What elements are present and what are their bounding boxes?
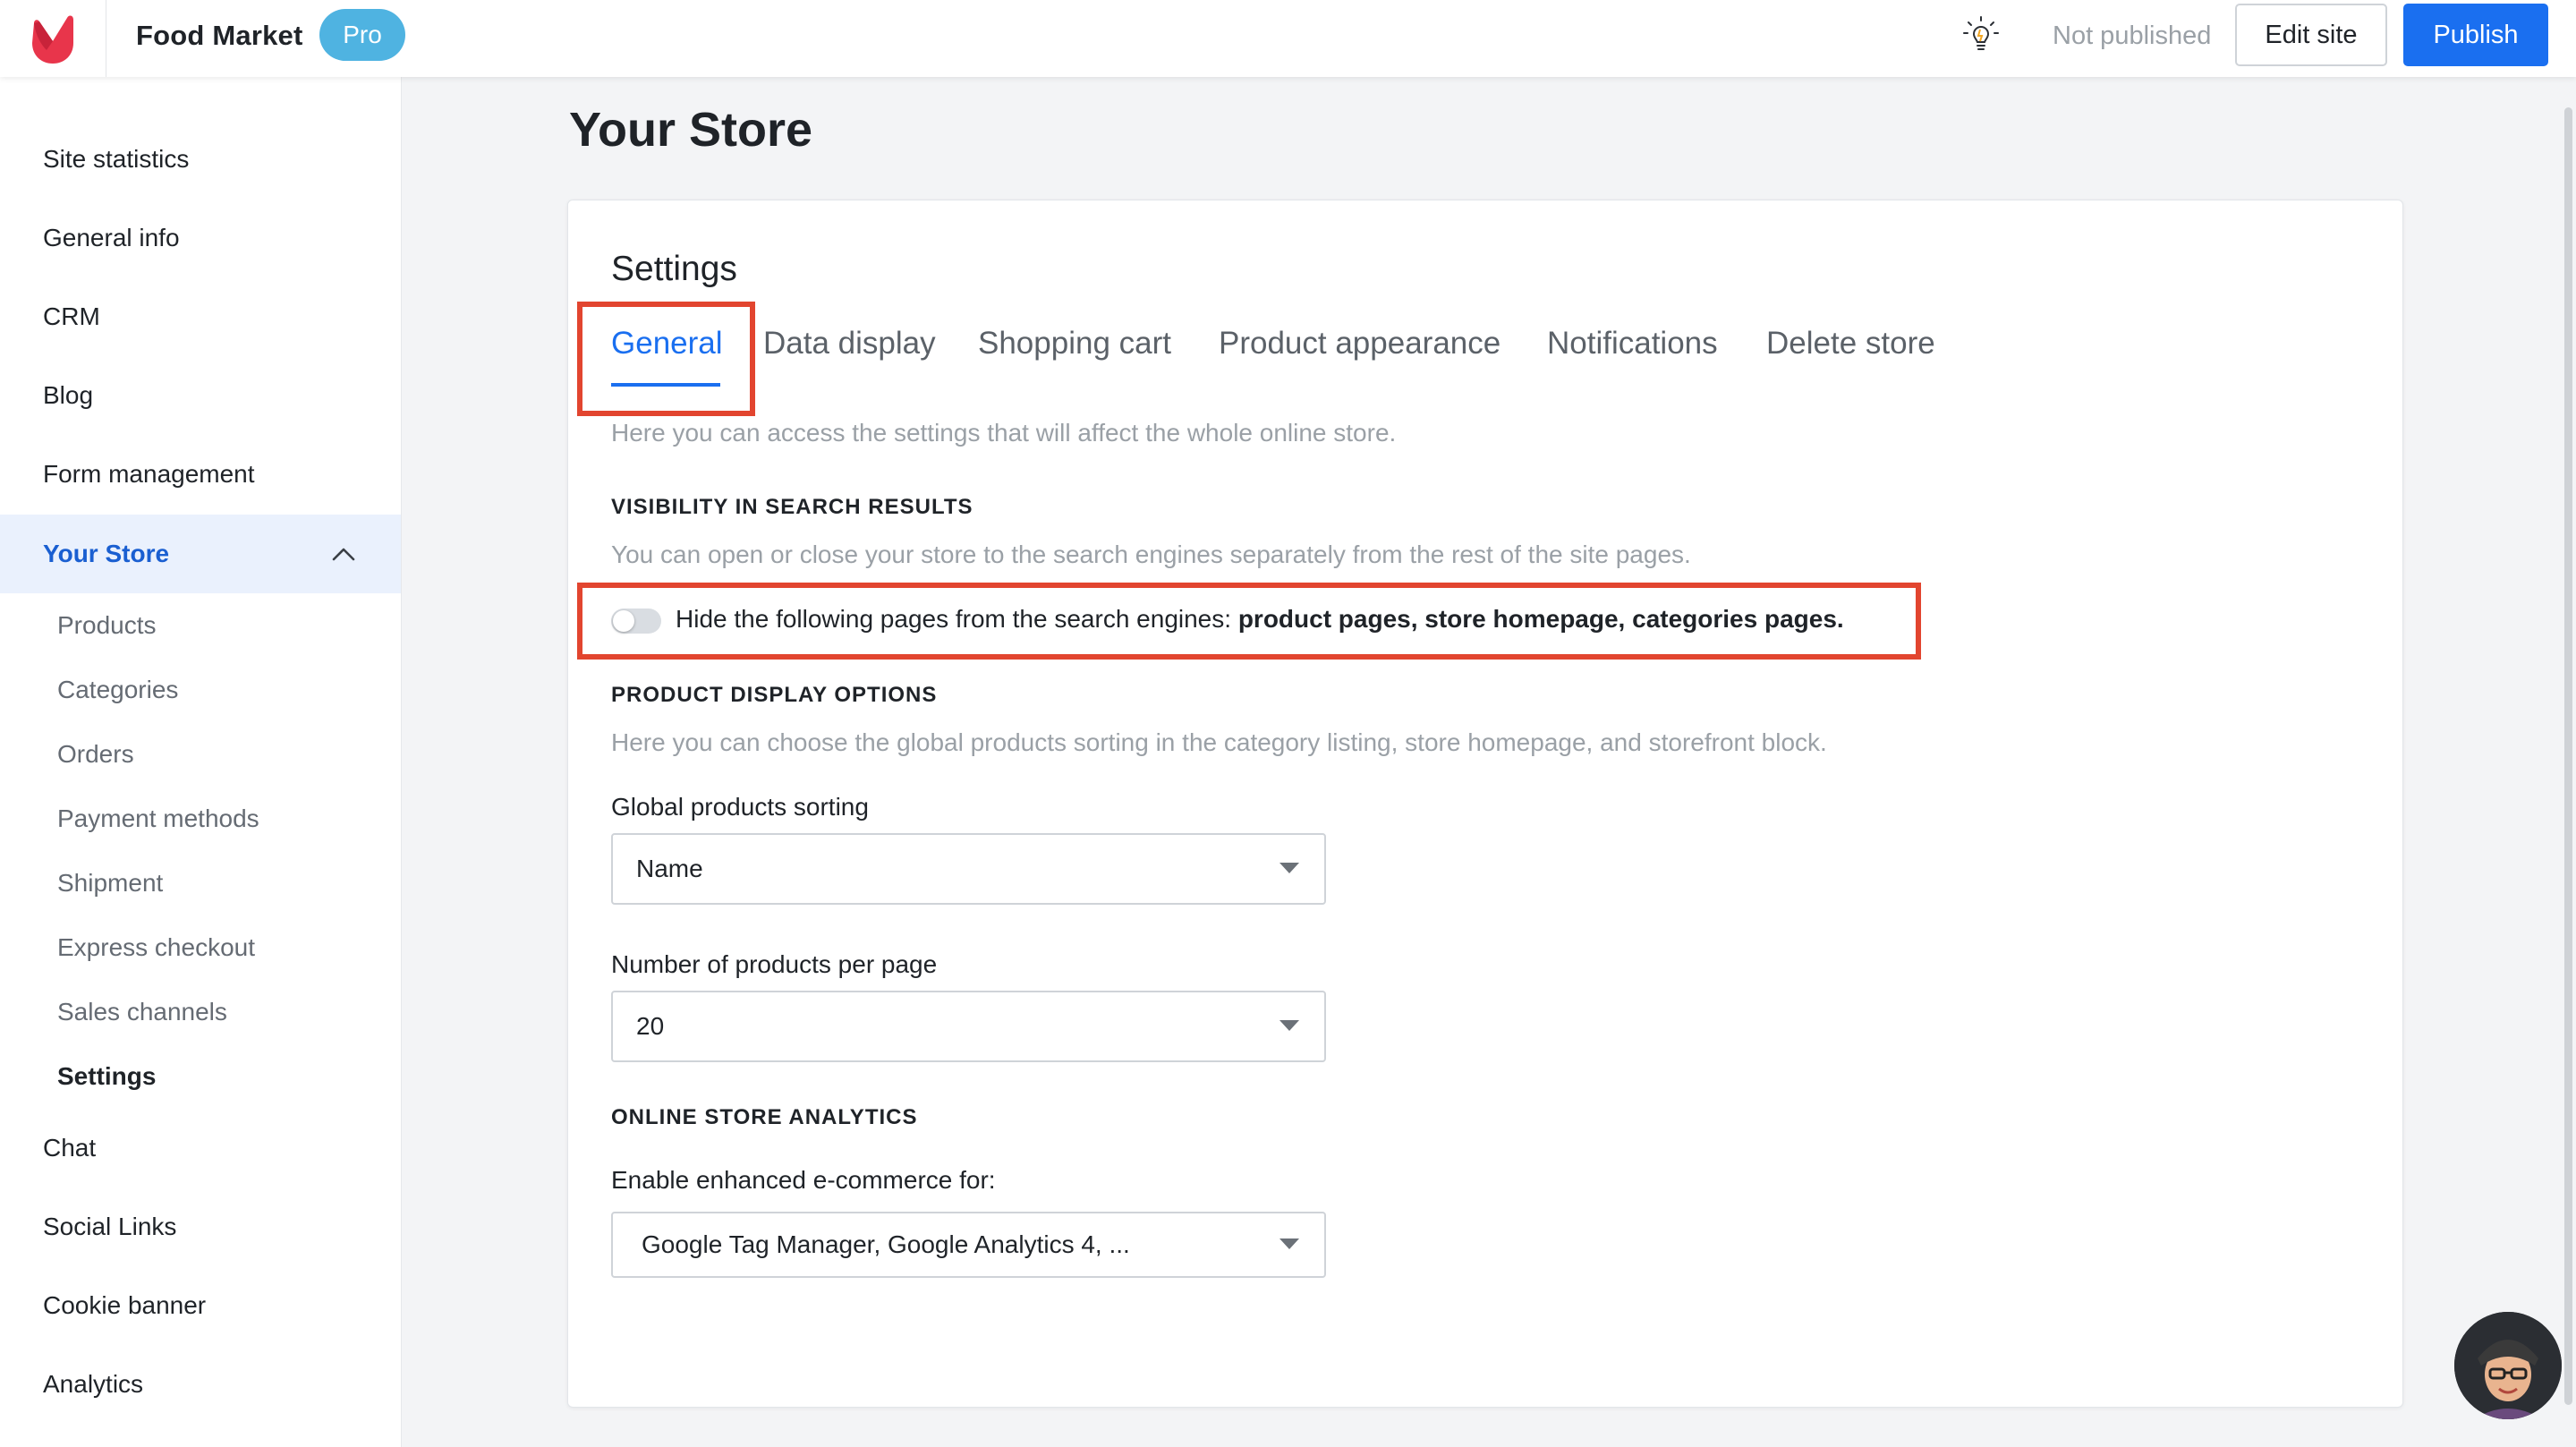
sidebar-item-analytics[interactable]: Analytics [43, 1366, 143, 1402]
publish-button[interactable]: Publish [2403, 4, 2548, 66]
visibility-heading: VISIBILITY IN SEARCH RESULTS [611, 495, 973, 519]
sidebar: Site statistics General info CRM Blog Fo… [0, 77, 402, 1447]
top-bar: Food Market Pro Not published Edit site … [0, 0, 2576, 77]
per-page-select[interactable]: 20 [611, 991, 1326, 1062]
chevron-up-icon[interactable] [327, 538, 360, 570]
sidebar-subitem-categories[interactable]: Categories [57, 672, 178, 708]
sidebar-item-chat[interactable]: Chat [43, 1130, 96, 1166]
tab-shopping-cart[interactable]: Shopping cart [978, 321, 1171, 366]
edit-site-button[interactable]: Edit site [2235, 4, 2387, 66]
tab-data-display[interactable]: Data display [763, 321, 936, 366]
sorting-label: Global products sorting [611, 793, 869, 821]
sidebar-item-form-management[interactable]: Form management [43, 456, 255, 492]
page-scrollbar[interactable] [2564, 107, 2572, 1405]
per-page-select-value: 20 [636, 1012, 665, 1040]
sidebar-subitem-sales-channels[interactable]: Sales channels [57, 994, 227, 1030]
general-hint: Here you can access the settings that wi… [611, 419, 1397, 447]
tab-delete-store[interactable]: Delete store [1766, 321, 1935, 366]
toggle-label-pages: product pages, store homepage, categorie… [1237, 605, 1844, 633]
ecommerce-label: Enable enhanced e-commerce for: [611, 1166, 996, 1194]
support-avatar[interactable] [2454, 1312, 2562, 1419]
sidebar-item-site-statistics[interactable]: Site statistics [43, 141, 189, 177]
sorting-select-value: Name [636, 855, 703, 882]
tab-active-underline [611, 383, 720, 387]
lightbulb-icon[interactable] [1958, 11, 2004, 57]
toggle-knob [613, 610, 634, 632]
sidebar-subitem-settings[interactable]: Settings [57, 1059, 156, 1094]
toggle-label-prefix: Hide the following pages from the search… [676, 605, 1238, 633]
tab-general[interactable]: General [611, 321, 723, 366]
sidebar-item-general-info[interactable]: General info [43, 220, 180, 256]
sidebar-item-cookie-banner[interactable]: Cookie banner [43, 1288, 206, 1324]
avatar-face-icon [2454, 1312, 2562, 1419]
brand-logo-icon [32, 15, 73, 64]
site-name[interactable]: Food Market [136, 0, 303, 72]
sidebar-subitem-shipment[interactable]: Shipment [57, 865, 163, 901]
pro-badge: Pro [319, 9, 405, 61]
hide-pages-toggle-label[interactable]: Hide the following pages from the search… [676, 601, 1844, 637]
sorting-select[interactable]: Name [611, 833, 1326, 905]
sidebar-item-your-store[interactable]: Your Store [43, 536, 169, 572]
caret-down-icon [1279, 1020, 1299, 1031]
caret-down-icon [1279, 1238, 1299, 1249]
hide-pages-toggle[interactable] [611, 609, 661, 634]
sidebar-item-social-links[interactable]: Social Links [43, 1209, 176, 1245]
analytics-heading: ONLINE STORE ANALYTICS [611, 1105, 918, 1129]
sidebar-item-crm[interactable]: CRM [43, 299, 100, 335]
page-title: Your Store [569, 103, 813, 157]
sidebar-subitem-express-checkout[interactable]: Express checkout [57, 930, 255, 966]
ecommerce-select[interactable]: Google Tag Manager, Google Analytics 4, … [611, 1212, 1326, 1278]
settings-title: Settings [611, 250, 737, 288]
sidebar-subitem-products[interactable]: Products [57, 608, 157, 643]
display-options-heading: PRODUCT DISPLAY OPTIONS [611, 683, 938, 707]
sidebar-item-blog[interactable]: Blog [43, 378, 93, 413]
display-options-hint: Here you can choose the global products … [611, 728, 1827, 756]
visibility-hint: You can open or close your store to the … [611, 540, 1691, 568]
sidebar-subitem-orders[interactable]: Orders [57, 736, 134, 772]
publish-status: Not published [2053, 21, 2212, 50]
tab-product-appearance[interactable]: Product appearance [1219, 321, 1501, 366]
tab-notifications[interactable]: Notifications [1547, 321, 1718, 366]
ecommerce-select-value: Google Tag Manager, Google Analytics 4, … [642, 1230, 1130, 1258]
sidebar-subitem-payment-methods[interactable]: Payment methods [57, 801, 259, 837]
per-page-label: Number of products per page [611, 950, 938, 978]
caret-down-icon [1279, 863, 1299, 873]
logo[interactable] [0, 0, 106, 77]
